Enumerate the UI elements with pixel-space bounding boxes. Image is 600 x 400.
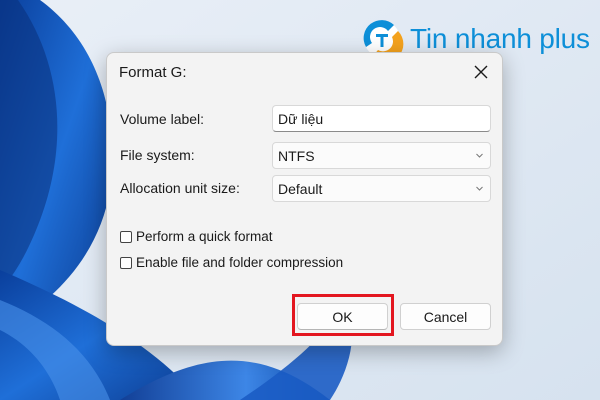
quick-format-checkbox[interactable]: [120, 230, 132, 243]
compression-option[interactable]: Enable file and folder compression: [120, 255, 343, 270]
format-dialog: Format G: Volume label: Dữ liệu File sys…: [106, 52, 503, 346]
allocation-unit-size-label: Allocation unit size:: [120, 180, 240, 196]
compression-checkbox[interactable]: [120, 256, 132, 269]
cancel-button[interactable]: Cancel: [400, 303, 491, 330]
ok-button-highlight: [292, 294, 394, 336]
allocation-unit-size-select[interactable]: Default: [272, 175, 491, 202]
chevron-down-icon: [476, 186, 483, 191]
close-icon: [474, 65, 488, 79]
brand-logo-text: Tin nhanh plus: [410, 23, 590, 54]
quick-format-label: Perform a quick format: [136, 229, 273, 244]
close-button[interactable]: [466, 57, 496, 87]
dialog-titlebar: Format G:: [107, 53, 502, 91]
allocation-unit-size-value: Default: [278, 180, 323, 197]
dialog-title: Format G:: [119, 64, 187, 81]
volume-label-value: Dữ liệu: [278, 110, 324, 127]
volume-label-label: Volume label:: [120, 111, 205, 127]
file-system-value: NTFS: [278, 147, 315, 164]
file-system-select[interactable]: NTFS: [272, 142, 491, 169]
chevron-down-icon: [476, 153, 483, 158]
file-system-label: File system:: [120, 147, 195, 163]
quick-format-option[interactable]: Perform a quick format: [120, 229, 273, 244]
volume-label-input[interactable]: Dữ liệu: [272, 105, 491, 132]
compression-label: Enable file and folder compression: [136, 255, 344, 270]
